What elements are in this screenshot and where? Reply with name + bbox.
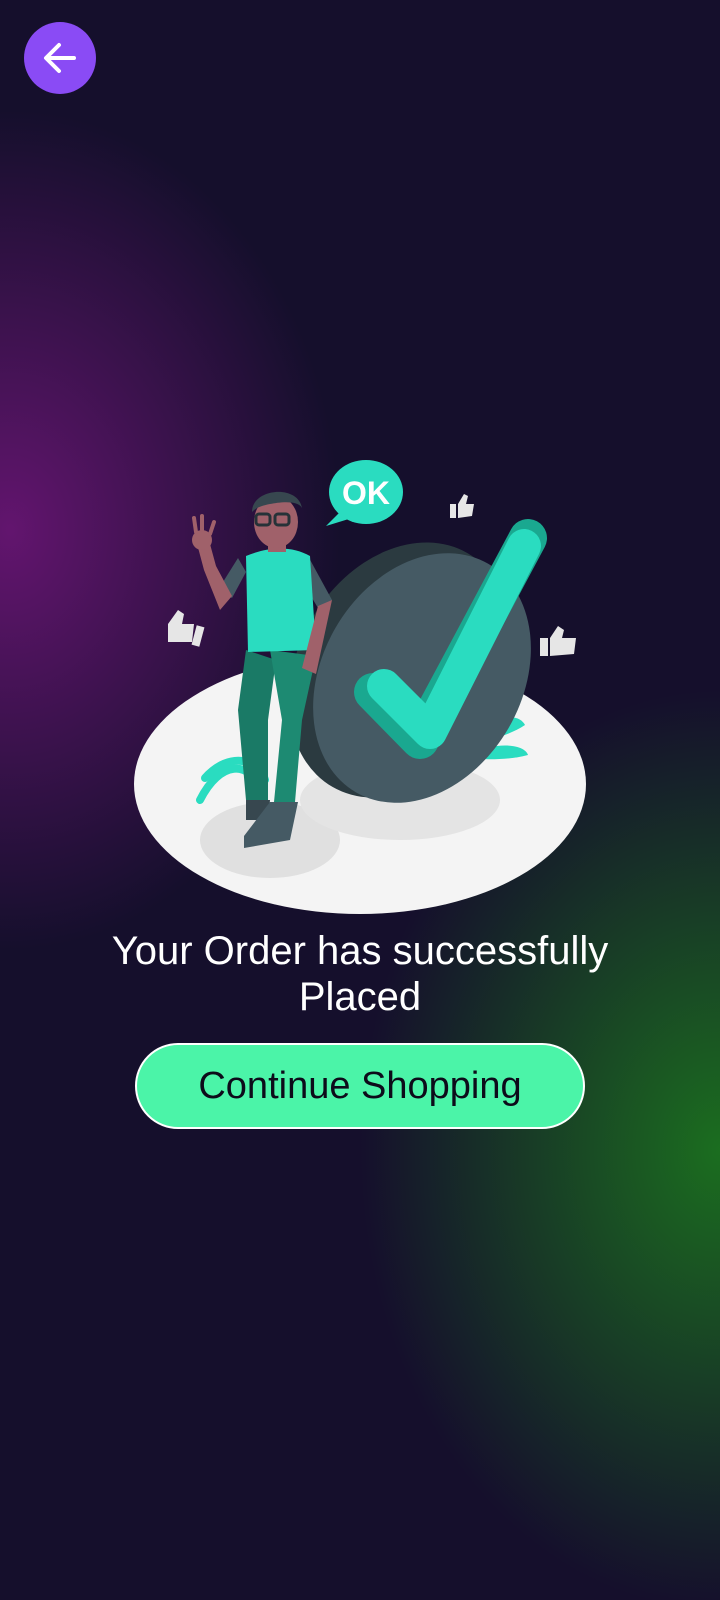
ok-text: OK	[342, 475, 390, 511]
thumbs-up-icon	[168, 610, 205, 647]
message-line-1: Your Order has successfully	[111, 929, 609, 973]
thumbs-up-icon	[540, 626, 576, 656]
continue-shopping-button[interactable]: Continue Shopping	[135, 1043, 585, 1129]
order-success-message: Your Order has successfully Placed	[60, 928, 660, 1020]
thumbs-up-icon	[450, 494, 474, 518]
message-line-2: Placed	[298, 975, 422, 1019]
ok-speech-bubble: OK	[326, 460, 403, 526]
continue-shopping-label: Continue Shopping	[198, 1064, 522, 1107]
order-success-illustration: OK	[134, 460, 586, 914]
back-button[interactable]	[24, 22, 96, 94]
arrow-left-icon	[44, 43, 76, 73]
